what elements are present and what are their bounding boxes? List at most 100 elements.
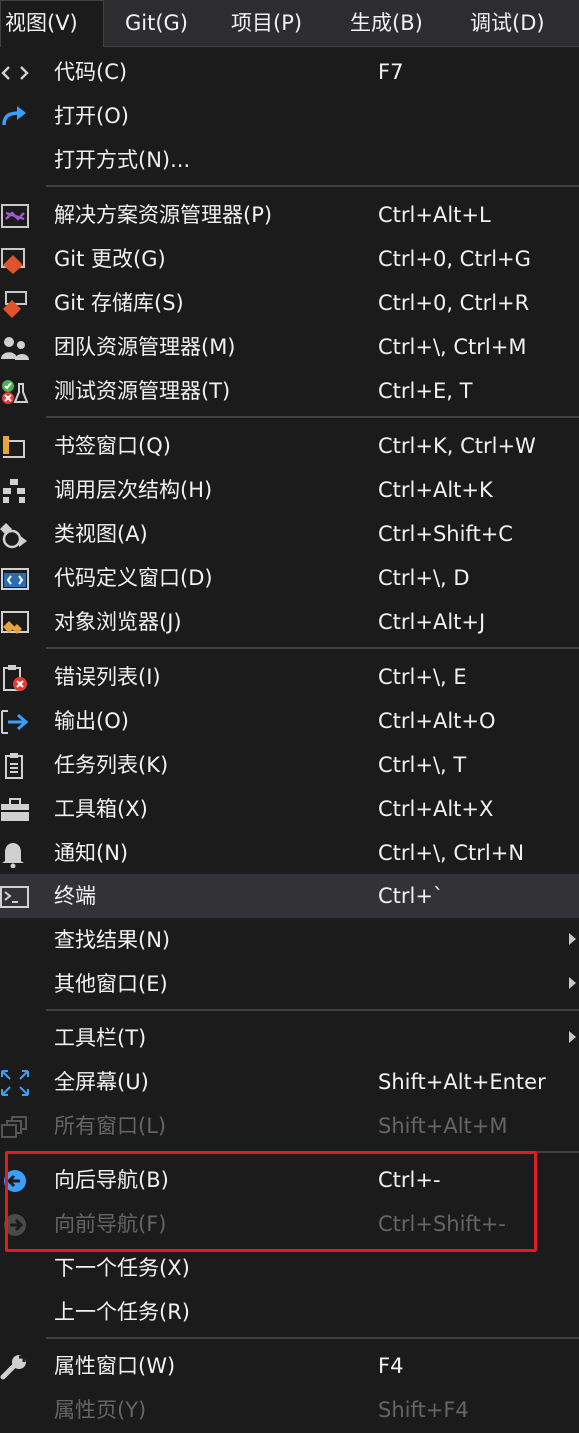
menu-item-shortcut: Shift+Alt+M: [378, 1114, 508, 1138]
menu-item-test-explorer[interactable]: 测试资源管理器(T) Ctrl+E, T: [0, 369, 579, 413]
menu-item-open-with[interactable]: 打开方式(N)...: [0, 138, 579, 182]
menu-item-label: 属性页(Y): [54, 1398, 147, 1422]
menu-bar: 视图(V) Git(G) 项目(P) 生成(B) 调试(D): [0, 0, 579, 47]
menubar-git[interactable]: Git(G): [125, 0, 188, 46]
menu-item-toolbars[interactable]: 工具栏(T): [0, 1016, 579, 1060]
menu-item-git-changes[interactable]: Git 更改(G) Ctrl+0, Ctrl+G: [0, 237, 579, 281]
menu-item-shortcut: Ctrl+\, Ctrl+N: [378, 841, 525, 865]
menu-item-code-definition[interactable]: 代码定义窗口(D) Ctrl+\, D: [0, 556, 579, 600]
menu-item-shortcut: Ctrl+Alt+K: [378, 478, 493, 502]
menu-item-property-pages[interactable]: 属性页(Y) Shift+F4: [0, 1388, 579, 1432]
menu-item-label: 全屏幕(U): [54, 1070, 149, 1094]
menu-item-open[interactable]: 打开(O): [0, 94, 579, 138]
menubar-build[interactable]: 生成(B): [350, 0, 423, 46]
menu-item-label: 所有窗口(L): [54, 1114, 167, 1138]
menu-item-shortcut: Ctrl+\, E: [378, 665, 467, 689]
menu-item-label: 打开(O): [54, 104, 129, 128]
menu-item-full-screen[interactable]: 全屏幕(U) Shift+Alt+Enter: [0, 1060, 579, 1104]
menu-separator: [46, 647, 579, 649]
menu-item-label: 下一个任务(X): [54, 1256, 190, 1280]
menu-item-label: 其他窗口(E): [54, 972, 168, 996]
bookmark-window-icon: [3, 436, 25, 458]
test-explorer-icon: [2, 380, 29, 404]
menu-item-previous-task[interactable]: 上一个任务(R): [0, 1290, 579, 1334]
menu-item-next-task[interactable]: 下一个任务(X): [0, 1246, 579, 1290]
solution-explorer-icon: [1, 204, 29, 228]
menu-item-solution-explorer[interactable]: 解决方案资源管理器(P) Ctrl+Alt+L: [0, 193, 579, 237]
menu-item-label: 书签窗口(Q): [54, 434, 171, 458]
menu-item-object-browser[interactable]: 对象浏览器(J) Ctrl+Alt+J: [0, 600, 579, 644]
menu-item-label: 终端: [54, 884, 96, 908]
menu-item-shortcut: Ctrl+`: [378, 884, 444, 908]
menu-item-shortcut: Ctrl+Shift+C: [378, 522, 513, 546]
menu-item-label: 上一个任务(R): [54, 1300, 190, 1324]
menu-item-shortcut: Shift+F4: [378, 1398, 469, 1422]
menu-item-label: 对象浏览器(J): [54, 610, 182, 634]
open-arrow-icon: [2, 106, 26, 126]
submenu-arrow-icon: [569, 933, 576, 945]
menubar-debug[interactable]: 调试(D): [470, 0, 545, 46]
menubar-project[interactable]: 项目(P): [231, 0, 302, 46]
call-hierarchy-icon: [3, 479, 25, 503]
menu-item-class-view[interactable]: 类视图(A) Ctrl+Shift+C: [0, 512, 579, 556]
menu-item-label: 解决方案资源管理器(P): [54, 203, 273, 227]
task-list-icon: [5, 753, 23, 779]
code-definition-icon: [1, 568, 29, 590]
menu-item-label: 团队资源管理器(M): [54, 335, 236, 359]
submenu-arrow-icon: [569, 1031, 576, 1043]
code-brackets-icon: [1, 66, 29, 80]
menu-item-label: 输出(O): [54, 709, 129, 733]
menu-item-label: Git 存储库(S): [54, 291, 184, 315]
menu-item-shortcut: Ctrl+Alt+O: [378, 709, 496, 733]
menu-item-shortcut: Ctrl+0, Ctrl+G: [378, 247, 531, 271]
all-windows-icon: [1, 1116, 27, 1138]
menu-item-shortcut: Ctrl+E, T: [378, 379, 473, 403]
menu-item-output[interactable]: 输出(O) Ctrl+Alt+O: [0, 699, 579, 743]
menu-item-git-repository[interactable]: Git 存储库(S) Ctrl+0, Ctrl+R: [0, 281, 579, 325]
menu-item-all-windows[interactable]: 所有窗口(L) Shift+Alt+M: [0, 1104, 579, 1148]
menu-item-shortcut: Ctrl+K, Ctrl+W: [378, 434, 536, 458]
menu-separator: [46, 185, 579, 187]
menu-item-label: 代码定义窗口(D): [54, 566, 213, 590]
menu-item-label: 类视图(A): [54, 522, 148, 546]
menu-item-task-list[interactable]: 任务列表(K) Ctrl+\, T: [0, 743, 579, 787]
menu-item-shortcut: Ctrl+\, T: [378, 753, 467, 777]
menu-item-label: 代码(C): [54, 60, 128, 84]
menu-item-terminal[interactable]: 终端 Ctrl+`: [0, 874, 579, 918]
menu-item-error-list[interactable]: 错误列表(I) Ctrl+\, E: [0, 655, 579, 699]
menu-item-team-explorer[interactable]: 团队资源管理器(M) Ctrl+\, Ctrl+M: [0, 325, 579, 369]
menu-item-label: 属性窗口(W): [54, 1354, 176, 1378]
team-explorer-icon: [1, 337, 29, 360]
menu-item-shortcut: F7: [378, 60, 404, 84]
menu-item-shortcut: Ctrl+\, D: [378, 566, 470, 590]
bell-icon: [2, 843, 24, 868]
menu-item-shortcut: Ctrl+Alt+L: [378, 203, 491, 227]
menu-separator: [46, 1337, 579, 1339]
menu-item-shortcut: Shift+Alt+Enter: [378, 1070, 546, 1094]
object-browser-icon: [1, 611, 29, 634]
menu-separator: [46, 1009, 579, 1011]
menu-item-label: 打开方式(N)...: [54, 148, 191, 172]
menu-item-shortcut: Ctrl+\, Ctrl+M: [378, 335, 527, 359]
menu-item-find-results[interactable]: 查找结果(N): [0, 918, 579, 962]
menu-item-label: Git 更改(G): [54, 247, 166, 271]
menu-item-bookmark-window[interactable]: 书签窗口(Q) Ctrl+K, Ctrl+W: [0, 424, 579, 468]
git-repository-icon: [3, 291, 27, 318]
menu-item-label: 错误列表(I): [54, 665, 161, 689]
menu-separator: [46, 416, 579, 418]
menu-item-call-hierarchy[interactable]: 调用层次结构(H) Ctrl+Alt+K: [0, 468, 579, 512]
menu-item-shortcut: Ctrl+Alt+X: [378, 797, 494, 821]
menu-item-label: 任务列表(K): [54, 753, 169, 777]
output-icon: [1, 710, 29, 734]
toolbox-icon: [1, 798, 29, 821]
menu-item-label: 调用层次结构(H): [54, 478, 213, 502]
menu-item-code[interactable]: 代码(C) F7: [0, 50, 579, 94]
menu-item-properties-window[interactable]: 属性窗口(W) F4: [0, 1344, 579, 1388]
menubar-view[interactable]: 视图(V): [0, 0, 104, 47]
menu-item-toolbox[interactable]: 工具箱(X) Ctrl+Alt+X: [0, 787, 579, 831]
submenu-arrow-icon: [569, 977, 576, 989]
menu-item-label: 测试资源管理器(T): [54, 379, 231, 403]
menu-item-other-windows[interactable]: 其他窗口(E): [0, 962, 579, 1006]
menu-item-notifications[interactable]: 通知(N) Ctrl+\, Ctrl+N: [0, 831, 579, 875]
class-view-icon: [0, 523, 27, 549]
